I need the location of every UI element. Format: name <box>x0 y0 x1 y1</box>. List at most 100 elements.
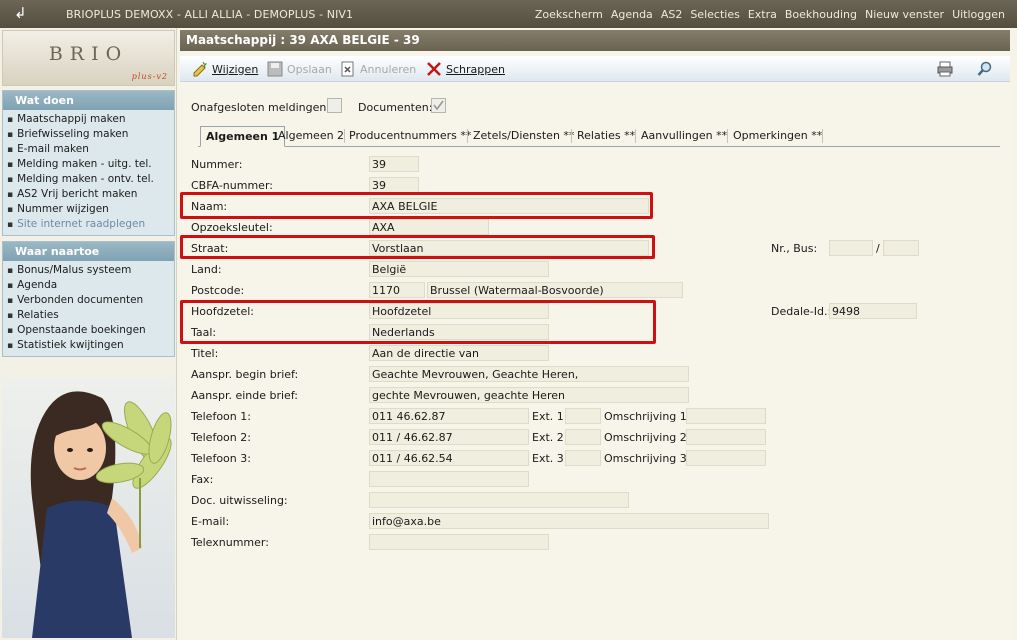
wat-doen-title: Wat doen <box>3 91 174 110</box>
aanspr-einde-field[interactable]: gechte Mevrouwen, geachte Heren <box>369 387 689 403</box>
telefoon3-field[interactable]: 011 / 46.62.54 <box>369 450 529 466</box>
edit-icon <box>192 61 208 77</box>
goto-agenda[interactable]: Agenda <box>7 278 174 293</box>
highlight-naam <box>180 192 653 219</box>
tab-producentnummers[interactable]: Producentnummers ** <box>349 129 471 142</box>
logo-subtext: plus-v2 <box>131 72 168 81</box>
menu-zoekscherm[interactable]: Zoekscherm <box>535 8 603 21</box>
action-email-maken[interactable]: E-mail maken <box>7 142 174 157</box>
tab-opmerkingen[interactable]: Opmerkingen ** <box>733 129 822 142</box>
nummer-field[interactable]: 39 <box>369 156 419 172</box>
tab-algemeen-1[interactable]: Algemeen 1 <box>200 126 286 147</box>
ext3-label: Ext. 3: <box>532 452 568 465</box>
gemeente-field[interactable]: Brussel (Watermaal-Bosvoorde) <box>427 282 683 298</box>
goto-bonus-malus[interactable]: Bonus/Malus systeem <box>7 263 174 278</box>
doc-uitwisseling-field[interactable] <box>369 492 629 508</box>
documents-checkbox[interactable] <box>431 98 446 113</box>
save-button[interactable]: Opslaan <box>267 61 332 77</box>
main-content: Maatschappij : 39 AXA BELGIE - 39 Wijzig… <box>180 28 1010 640</box>
tab-separator <box>467 129 468 143</box>
goto-statistiek-kwijtingen[interactable]: Statistiek kwijtingen <box>7 338 174 353</box>
cbfa-label: CBFA-nummer: <box>191 179 273 192</box>
titel-field[interactable]: Aan de directie van <box>369 345 549 361</box>
waar-naartoe-title: Waar naartoe <box>3 242 174 261</box>
cancel-label: Annuleren <box>360 62 417 76</box>
menu-agenda[interactable]: Agenda <box>611 8 653 21</box>
action-site-raadplegen[interactable]: Site internet raadplegen <box>7 217 174 232</box>
return-arrow-icon[interactable]: ↲ <box>14 4 40 22</box>
doc-uitwisseling-label: Doc. uitwisseling: <box>191 494 288 507</box>
action-maatschappij-maken[interactable]: Maatschappij maken <box>7 112 174 127</box>
action-briefwisseling-maken[interactable]: Briefwisseling maken <box>7 127 174 142</box>
omschrijving1-field[interactable] <box>686 408 766 424</box>
menu-as2[interactable]: AS2 <box>661 8 683 21</box>
search-icon <box>977 61 993 77</box>
ext1-label: Ext. 1: <box>532 410 568 423</box>
bus-field[interactable] <box>883 240 919 256</box>
cbfa-field[interactable]: 39 <box>369 177 419 193</box>
cancel-icon <box>340 61 356 77</box>
app-title: BRIOPLUS DEMOXX - ALLI ALLIA - DEMOPLUS … <box>66 8 354 21</box>
goto-relaties[interactable]: Relaties <box>7 308 174 323</box>
wat-doen-panel: Wat doen Maatschappij maken Briefwisseli… <box>2 90 175 236</box>
tab-separator <box>635 129 636 143</box>
open-reports-label: Onafgesloten meldingen: <box>191 101 331 114</box>
menu-nieuw-venster[interactable]: Nieuw venster <box>865 8 944 21</box>
tab-aanvullingen[interactable]: Aanvullingen ** <box>641 129 727 142</box>
page-title: Maatschappij : 39 AXA BELGIE - 39 <box>180 30 1010 51</box>
search-button[interactable] <box>977 61 997 77</box>
documents-label: Documenten: <box>358 101 433 114</box>
ext1-field[interactable] <box>565 408 601 424</box>
land-field[interactable]: België <box>369 261 549 277</box>
dedale-label: Dedale-Id.: <box>771 305 832 318</box>
omschrijving3-label: Omschrijving 3: <box>604 452 691 465</box>
action-as2-bericht[interactable]: AS2 Vrij bericht maken <box>7 187 174 202</box>
action-melding-ontv[interactable]: Melding maken - ontv. tel. <box>7 172 174 187</box>
telexnummer-field[interactable] <box>369 534 549 550</box>
telefoon1-field[interactable]: 011 46.62.87 <box>369 408 529 424</box>
postcode-field[interactable]: 1170 <box>369 282 425 298</box>
menu-boekhouding[interactable]: Boekhouding <box>785 8 857 21</box>
nr-field[interactable] <box>829 240 873 256</box>
checkmark-icon <box>433 100 444 111</box>
ext3-field[interactable] <box>565 450 601 466</box>
tab-separator <box>822 129 823 143</box>
girl-photo <box>2 378 175 638</box>
action-nummer-wijzigen[interactable]: Nummer wijzigen <box>7 202 174 217</box>
omschrijving1-label: Omschrijving 1: <box>604 410 691 423</box>
highlight-straat <box>180 235 655 259</box>
menu-uitloggen[interactable]: Uitloggen <box>952 8 1005 21</box>
delete-button[interactable]: Schrappen <box>426 61 505 77</box>
goto-verbonden-documenten[interactable]: Verbonden documenten <box>7 293 174 308</box>
omschrijving3-field[interactable] <box>686 450 766 466</box>
goto-openstaande-boekingen[interactable]: Openstaande boekingen <box>7 323 174 338</box>
edit-button[interactable]: Wijzigen <box>192 61 258 77</box>
cancel-button[interactable]: Annuleren <box>340 61 416 77</box>
opzoeksleutel-field[interactable]: AXA <box>369 219 489 235</box>
opzoeksleutel-label: Opzoeksleutel: <box>191 221 273 234</box>
save-icon <box>267 61 283 77</box>
brio-logo: BRIO plus-v2 <box>2 30 175 86</box>
edit-label: Wijzigen <box>212 62 259 76</box>
dedale-field[interactable]: 9498 <box>829 303 917 319</box>
aanspr-begin-field[interactable]: Geachte Mevrouwen, Geachte Heren, <box>369 366 689 382</box>
open-reports-checkbox[interactable] <box>327 98 342 113</box>
tab-zetels-diensten[interactable]: Zetels/Diensten ** <box>473 129 574 142</box>
menu-extra[interactable]: Extra <box>748 8 777 21</box>
print-button[interactable] <box>937 61 957 77</box>
omschrijving2-field[interactable] <box>686 429 766 445</box>
logo-text: BRIO <box>48 43 129 65</box>
sidebar: BRIO plus-v2 Wat doen Maatschappij maken… <box>0 28 177 640</box>
aanspr-einde-label: Aanspr. einde brief: <box>191 389 299 402</box>
ext2-field[interactable] <box>565 429 601 445</box>
fax-field[interactable] <box>369 471 529 487</box>
save-label: Opslaan <box>287 62 332 76</box>
tab-algemeen-2[interactable]: Algemeen 2 <box>278 129 344 142</box>
delete-icon <box>426 61 442 77</box>
email-field[interactable]: info@axa.be <box>369 513 769 529</box>
land-label: Land: <box>191 263 222 276</box>
menu-selecties[interactable]: Selecties <box>690 8 740 21</box>
action-melding-uitg[interactable]: Melding maken - uitg. tel. <box>7 157 174 172</box>
telefoon2-field[interactable]: 011 / 46.62.87 <box>369 429 529 445</box>
tab-relaties[interactable]: Relaties ** <box>577 129 635 142</box>
